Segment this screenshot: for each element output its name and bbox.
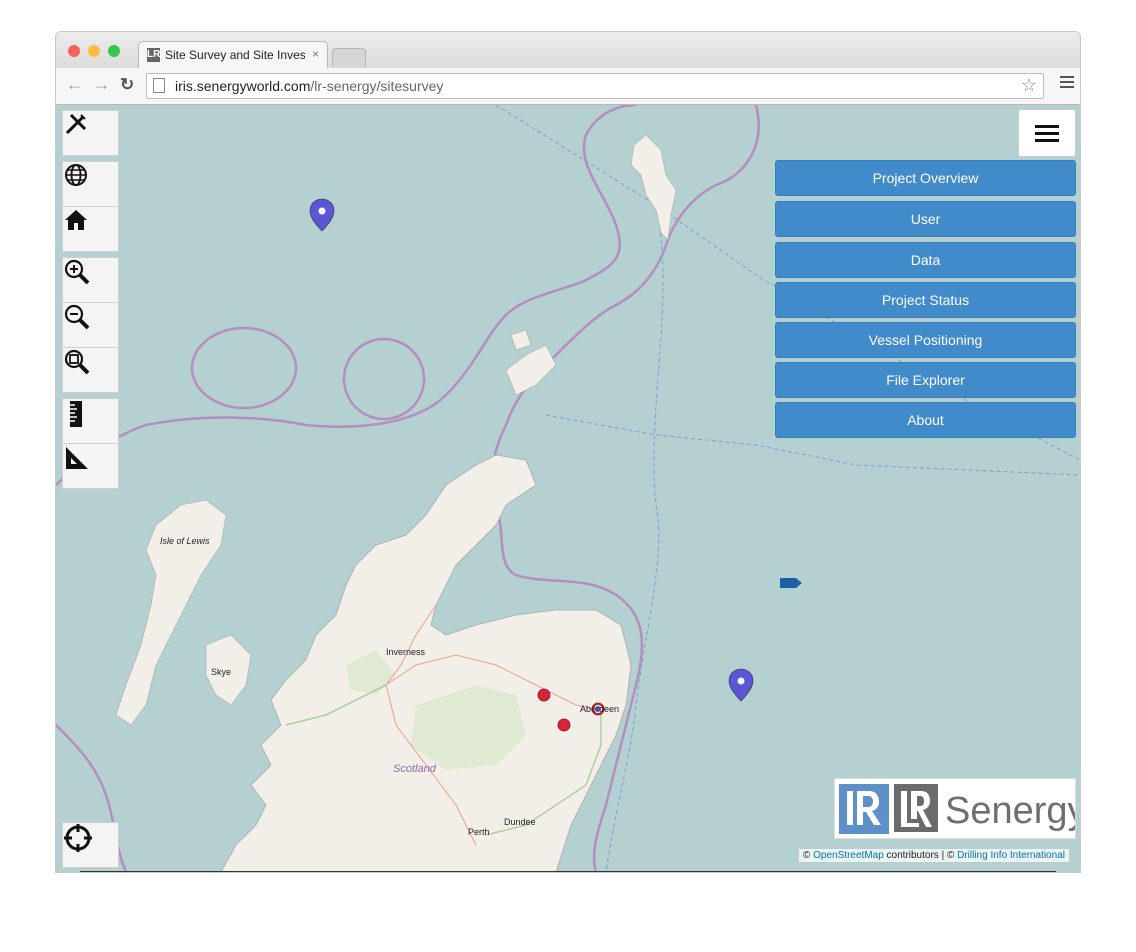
browser-window: LR Site Survey and Site Invest × ← → ↻ i…	[56, 32, 1080, 872]
menu-file-explorer-button[interactable]: File Explorer	[775, 362, 1076, 398]
reload-icon[interactable]: ↻	[120, 76, 134, 94]
lr-senergy-logo: Senergy	[839, 784, 1075, 834]
ruler-button[interactable]	[62, 398, 119, 444]
home-button[interactable]	[62, 206, 119, 252]
map-attribution: © OpenStreetMap contributors | © Drillin…	[799, 849, 1069, 862]
bookmark-star-icon[interactable]: ☆	[1021, 75, 1037, 96]
maximize-window-button[interactable]	[108, 45, 120, 57]
url-text: iris.senergyworld.com/lr-senergy/sitesur…	[175, 78, 443, 94]
page-icon	[153, 78, 165, 93]
globe-icon	[65, 164, 87, 186]
attribution-prefix: ©	[803, 850, 811, 861]
browser-toolbar: ← → ↻ iris.senergyworld.com/lr-senergy/s…	[56, 68, 1080, 105]
marker-pin-north	[309, 198, 335, 232]
zoom-out-icon	[64, 304, 90, 330]
tab-close-icon[interactable]: ×	[312, 47, 319, 61]
new-tab-button[interactable]	[332, 48, 366, 67]
side-menu-toggle[interactable]	[1018, 109, 1076, 157]
company-logo: Senergy	[834, 778, 1076, 839]
place-label-perth: Perth	[468, 827, 490, 837]
home-icon	[65, 210, 87, 230]
logo-text: Senergy	[945, 790, 1075, 832]
minimize-window-button[interactable]	[88, 45, 100, 57]
draw-tools-button[interactable]	[62, 110, 119, 156]
menu-user-button[interactable]: User	[775, 201, 1076, 237]
page-divider	[80, 871, 1056, 872]
draw-tools-icon	[65, 113, 87, 135]
attribution-contributors: contributors | ©	[886, 850, 955, 861]
place-label-inverness: Inverness	[386, 647, 426, 657]
zoom-out-button[interactable]	[62, 302, 119, 348]
vessel-icon	[780, 578, 802, 588]
zoom-extent-icon	[64, 349, 90, 375]
menu-project-status-button[interactable]: Project Status	[775, 282, 1076, 318]
zoom-in-icon	[64, 259, 90, 285]
set-square-icon	[66, 447, 88, 469]
place-label-dundee: Dundee	[504, 817, 536, 827]
back-icon[interactable]: ←	[66, 76, 83, 94]
menu-vessel-positioning-button[interactable]: Vessel Positioning	[775, 322, 1076, 358]
browser-tab[interactable]: LR Site Survey and Site Invest ×	[138, 41, 328, 69]
close-window-button[interactable]	[68, 45, 80, 57]
forward-icon[interactable]: →	[93, 76, 110, 94]
menu-data-button[interactable]: Data	[775, 242, 1076, 278]
hamburger-icon	[1035, 125, 1059, 128]
url-path: /lr-senergy/sitesurvey	[310, 78, 444, 94]
favicon-icon: LR	[147, 48, 161, 62]
browser-menu-icon[interactable]	[1060, 76, 1074, 91]
ruler-icon	[70, 401, 82, 427]
tab-title: Site Survey and Site Invest	[165, 48, 305, 62]
url-host: iris.senergyworld.com	[175, 78, 311, 94]
zoom-extent-button[interactable]	[62, 347, 119, 393]
title-bar: LR Site Survey and Site Invest ×	[56, 32, 1080, 69]
set-square-button[interactable]	[62, 443, 119, 489]
locate-button[interactable]	[62, 822, 119, 868]
openstreetmap-link[interactable]: OpenStreetMap	[813, 850, 884, 861]
menu-about-button[interactable]: About	[775, 402, 1076, 438]
place-label-skye: Skye	[211, 667, 232, 677]
crosshair-icon	[64, 824, 92, 852]
map-view[interactable]: Isle of Lewis Skye Inverness Aberdeen Sc…	[56, 105, 1080, 872]
place-label-lewis: Isle of Lewis	[160, 536, 210, 546]
menu-project-overview-button[interactable]: Project Overview	[775, 160, 1076, 196]
place-label-aberdeen: Aberdeen	[580, 704, 620, 714]
drilling-info-link[interactable]: Drilling Info International	[957, 850, 1065, 861]
address-bar[interactable]: iris.senergyworld.com/lr-senergy/sitesur…	[146, 73, 1044, 99]
marker-pin-east	[728, 668, 754, 702]
place-label-scotland: Scotland	[393, 763, 436, 775]
zoom-in-button[interactable]	[62, 257, 119, 303]
globe-button[interactable]	[62, 161, 119, 207]
